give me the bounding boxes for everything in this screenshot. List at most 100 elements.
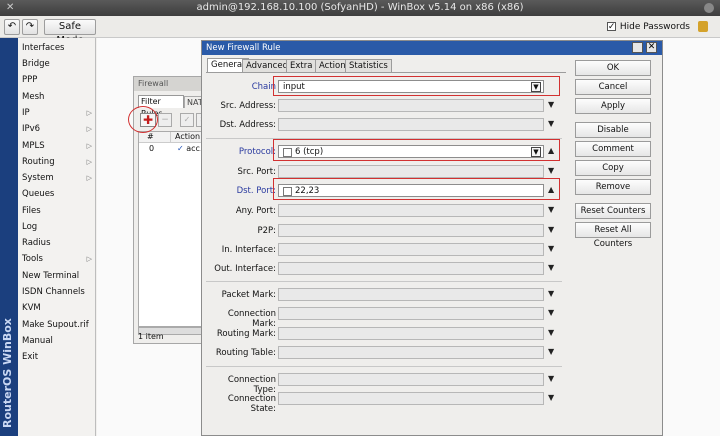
rules-table: # Action 0 ✓ acc... bbox=[138, 131, 211, 327]
tab-advanced[interactable]: Advanced bbox=[242, 59, 292, 72]
dst-address-field[interactable] bbox=[278, 118, 544, 131]
window-title: admin@192.168.10.100 (SofyanHD) - WinBox… bbox=[196, 2, 524, 13]
toolbar: ↶ ↷ Safe Mode Hide Passwords bbox=[0, 16, 720, 46]
highlight-box-protocol bbox=[273, 139, 560, 161]
reset-all-counters-button[interactable]: Reset All Counters bbox=[575, 222, 651, 249]
new-firewall-rule-dialog: New Firewall Rule ✕ General Advanced Ext… bbox=[201, 40, 663, 436]
routing-mark-label: Routing Mark: bbox=[216, 329, 276, 339]
sidebar-item-log[interactable]: Log bbox=[22, 219, 92, 235]
window-close-icon[interactable]: ✕ bbox=[6, 3, 16, 13]
highlight-box-dst-port bbox=[273, 178, 560, 200]
expand-icon[interactable]: ▼ bbox=[548, 308, 554, 317]
connection-state-field[interactable] bbox=[278, 392, 544, 405]
sidebar-item-radius[interactable]: Radius bbox=[22, 235, 92, 251]
connection-mark-label: Connection Mark: bbox=[227, 309, 276, 329]
sidebar-item-system[interactable]: System ▷ bbox=[22, 170, 92, 186]
out-interface-label: Out. Interface: bbox=[214, 264, 276, 274]
sidebar-item-tools[interactable]: Tools ▷ bbox=[22, 251, 92, 267]
safe-mode-button[interactable]: Safe Mode bbox=[44, 19, 96, 46]
submenu-arrow-icon: ▷ bbox=[86, 255, 92, 263]
submenu-arrow-icon: ▷ bbox=[86, 109, 92, 117]
connection-mark-field[interactable] bbox=[278, 307, 544, 320]
expand-icon[interactable]: ▼ bbox=[548, 393, 554, 402]
sidebar-item-interfaces[interactable]: Interfaces bbox=[22, 40, 92, 56]
lock-icon bbox=[698, 21, 708, 32]
column-header-number[interactable]: # bbox=[139, 132, 171, 143]
window-control-icon[interactable] bbox=[704, 3, 714, 13]
out-interface-field[interactable] bbox=[278, 262, 544, 275]
dst-port-label: Dst. Port: bbox=[236, 186, 276, 196]
expand-icon[interactable]: ▼ bbox=[548, 205, 554, 214]
connection-state-label: Connection State: bbox=[227, 394, 276, 414]
sidebar-item-ip[interactable]: IP ▷ bbox=[22, 105, 92, 121]
tab-extra[interactable]: Extra bbox=[286, 59, 317, 72]
highlight-circle bbox=[128, 106, 158, 133]
packet-mark-label: Packet Mark: bbox=[221, 290, 276, 300]
enable-rule-icon[interactable]: ✓ bbox=[180, 113, 194, 127]
reset-counters-button[interactable]: Reset Counters bbox=[575, 203, 651, 219]
cancel-button[interactable]: Cancel bbox=[575, 79, 651, 95]
disable-button[interactable]: Disable bbox=[575, 122, 651, 138]
sidebar-item-routing[interactable]: Routing ▷ bbox=[22, 154, 92, 170]
expand-icon[interactable]: ▼ bbox=[548, 263, 554, 272]
in-interface-field[interactable] bbox=[278, 243, 544, 256]
expand-icon[interactable]: ▼ bbox=[548, 328, 554, 337]
close-icon[interactable]: ✕ bbox=[646, 42, 657, 53]
apply-button[interactable]: Apply bbox=[575, 98, 651, 114]
connection-type-label: Connection Type: bbox=[227, 375, 276, 395]
expand-icon[interactable]: ▼ bbox=[548, 100, 554, 109]
remove-rule-icon[interactable]: − bbox=[158, 113, 172, 127]
sidebar-item-ipv6[interactable]: IPv6 ▷ bbox=[22, 121, 92, 137]
expand-icon[interactable]: ▼ bbox=[548, 374, 554, 383]
tab-divider bbox=[206, 72, 566, 73]
submenu-arrow-icon: ▷ bbox=[86, 174, 92, 182]
src-address-field[interactable] bbox=[278, 99, 544, 112]
protocol-label: Protocol: bbox=[238, 147, 276, 157]
expand-icon[interactable]: ▼ bbox=[548, 289, 554, 298]
sidebar-item-mpls[interactable]: MPLS ▷ bbox=[22, 138, 92, 154]
checkbox-checked-icon[interactable] bbox=[606, 20, 616, 34]
connection-type-field[interactable] bbox=[278, 373, 544, 386]
brand-label: RouterOS WinBox bbox=[1, 318, 14, 428]
sidebar-item-new-terminal[interactable]: New Terminal bbox=[22, 268, 92, 284]
sidebar-item-exit[interactable]: Exit bbox=[22, 349, 92, 365]
section-divider bbox=[206, 281, 562, 282]
sidebar-item-bridge[interactable]: Bridge bbox=[22, 56, 92, 72]
sidebar-item-isdn-channels[interactable]: ISDN Channels bbox=[22, 284, 92, 300]
sidebar-item-ppp[interactable]: PPP bbox=[22, 72, 92, 88]
sidebar-item-make-supout[interactable]: Make Supout.rif bbox=[22, 317, 92, 333]
remove-button[interactable]: Remove bbox=[575, 179, 651, 195]
redo-button[interactable]: ↷ bbox=[22, 19, 38, 35]
expand-icon[interactable]: ▼ bbox=[548, 225, 554, 234]
table-row-number[interactable]: 0 bbox=[149, 144, 154, 153]
sidebar-menu: Interfaces Bridge PPP Mesh IP ▷ IPv6 ▷ MPL… bbox=[18, 38, 96, 436]
sidebar-item-mesh[interactable]: Mesh bbox=[22, 89, 92, 105]
ok-button[interactable]: OK bbox=[575, 60, 651, 76]
sidebar-item-manual[interactable]: Manual bbox=[22, 333, 92, 349]
p2p-label: P2P: bbox=[257, 226, 276, 236]
hide-passwords-checkbox[interactable]: Hide Passwords bbox=[606, 20, 690, 34]
maximize-icon[interactable] bbox=[632, 42, 643, 53]
expand-icon[interactable]: ▼ bbox=[548, 166, 554, 175]
expand-icon[interactable]: ▼ bbox=[548, 244, 554, 253]
routing-table-field[interactable] bbox=[278, 346, 544, 359]
src-port-field[interactable] bbox=[278, 165, 544, 178]
undo-button[interactable]: ↶ bbox=[4, 19, 20, 35]
tab-statistics[interactable]: Statistics bbox=[345, 59, 392, 72]
copy-button[interactable]: Copy bbox=[575, 160, 651, 176]
routing-mark-field[interactable] bbox=[278, 327, 544, 340]
packet-mark-field[interactable] bbox=[278, 288, 544, 301]
sidebar-item-files[interactable]: Files bbox=[22, 203, 92, 219]
section-divider bbox=[206, 366, 562, 367]
chain-label: Chain bbox=[251, 82, 276, 92]
comment-button[interactable]: Comment bbox=[575, 141, 651, 157]
expand-icon[interactable]: ▼ bbox=[548, 347, 554, 356]
sidebar-item-queues[interactable]: Queues bbox=[22, 186, 92, 202]
submenu-arrow-icon: ▷ bbox=[86, 125, 92, 133]
dialog-title[interactable]: New Firewall Rule bbox=[202, 41, 662, 55]
any-port-field[interactable] bbox=[278, 204, 544, 217]
hide-passwords-label: Hide Passwords bbox=[619, 22, 690, 32]
p2p-field[interactable] bbox=[278, 224, 544, 237]
expand-icon[interactable]: ▼ bbox=[548, 119, 554, 128]
sidebar-item-kvm[interactable]: KVM bbox=[22, 300, 92, 316]
